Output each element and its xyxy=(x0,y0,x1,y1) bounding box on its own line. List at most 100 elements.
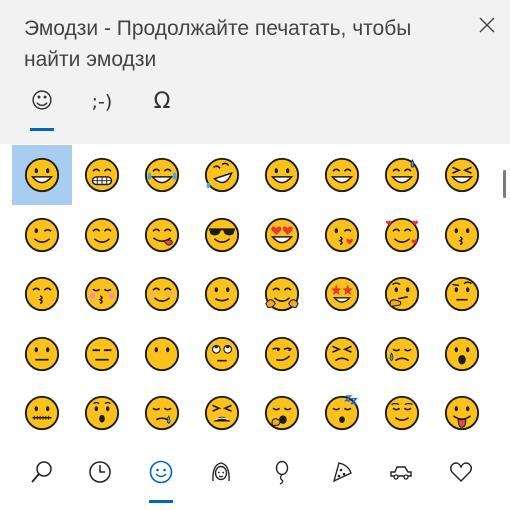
emoji-face-with-tongue[interactable] xyxy=(432,383,492,434)
face-without-mouth-icon xyxy=(144,336,180,371)
category-recent[interactable] xyxy=(80,452,120,492)
emoji-yawning-face[interactable] xyxy=(252,383,312,434)
emoji-face-with-tears-of-joy[interactable] xyxy=(132,145,192,205)
emoji-grinning-face-with-sweat[interactable] xyxy=(372,145,432,205)
emoji-face-with-open-mouth[interactable] xyxy=(432,324,492,384)
category-active-indicator xyxy=(149,500,173,503)
category-bar xyxy=(0,444,510,504)
smiling-face-icon xyxy=(144,276,180,312)
face-with-tongue-icon xyxy=(444,395,480,431)
category-people[interactable] xyxy=(201,452,241,492)
car-icon xyxy=(390,466,412,480)
rolling-on-the-floor-laughing-icon xyxy=(204,157,240,193)
smiling-face-with-hearts-icon xyxy=(384,217,420,252)
emoji-grinning-face[interactable] xyxy=(12,145,72,205)
emoji-grimacing-face[interactable] xyxy=(72,145,132,205)
close-icon xyxy=(479,17,495,33)
grimacing-face-icon xyxy=(84,157,120,193)
omega-tab-icon: Ω xyxy=(153,89,171,114)
emoji-face-with-rolling-eyes[interactable] xyxy=(192,324,252,384)
heart-icon xyxy=(450,462,472,482)
category-celebrations[interactable] xyxy=(261,452,301,492)
category-transportation[interactable] xyxy=(381,452,421,492)
emoji-expressionless-face[interactable] xyxy=(72,324,132,384)
emoji-laughing-squinting-face[interactable] xyxy=(432,145,492,205)
emoji-panel-header: Эмодзи - Продолжайте печатать, чтобы най… xyxy=(0,0,510,144)
emoji-thinking-face[interactable] xyxy=(372,264,432,324)
star-struck-icon xyxy=(324,276,360,312)
relieved-face-icon xyxy=(384,395,420,431)
face-with-raised-eyebrow-icon xyxy=(444,276,480,312)
emoji-smiling-face-with-sunglasses[interactable] xyxy=(192,205,252,265)
grinning-smiling-eyes-icon xyxy=(324,157,360,193)
clock-icon xyxy=(89,461,111,483)
emoji-hugging-face[interactable] xyxy=(252,264,312,324)
yawning-face-icon xyxy=(264,395,300,431)
emoji-hushed-face[interactable] xyxy=(72,383,132,434)
tab-kaomoji[interactable]: ;-) xyxy=(80,84,124,134)
balloon-icon xyxy=(275,460,289,485)
grinning-face-with-sweat-icon xyxy=(384,157,420,193)
category-smileys[interactable] xyxy=(141,452,181,503)
hugging-face-icon xyxy=(264,276,300,312)
kaomoji-tab-icon: ;-) xyxy=(91,91,113,113)
hushed-face-icon xyxy=(84,395,120,431)
face-with-rolling-eyes-icon xyxy=(204,336,240,371)
sleeping-face-icon xyxy=(324,395,360,431)
emoji-smiling-face-with-smiling-eyes[interactable] xyxy=(72,205,132,265)
emoji-face-blowing-a-kiss[interactable] xyxy=(312,205,372,265)
scrollbar-thumb[interactable] xyxy=(503,170,506,198)
emoji-face-savoring-food[interactable] xyxy=(132,205,192,265)
emoji-slightly-smiling-face[interactable] xyxy=(192,264,252,324)
tab-emoji[interactable]: ☺ xyxy=(20,84,64,134)
tired-face-icon xyxy=(204,395,240,431)
emoji-kissing-face-with-closed-eyes[interactable] xyxy=(72,264,132,324)
emoji-star-struck[interactable] xyxy=(312,264,372,324)
emoji-grinning-smiling-eyes[interactable] xyxy=(312,145,372,205)
smiley-face-icon xyxy=(264,157,300,193)
smiley-tab-icon: ☺ xyxy=(30,89,54,114)
close-button[interactable] xyxy=(470,8,504,42)
panel-title: Эмодзи - Продолжайте печатать, чтобы най… xyxy=(24,17,412,71)
emoji-smiley-face[interactable] xyxy=(252,145,312,205)
emoji-face-with-raised-eyebrow[interactable] xyxy=(432,264,492,324)
sad-but-relieved-face-icon xyxy=(384,336,420,371)
emoji-face-without-mouth[interactable] xyxy=(132,324,192,384)
emoji-kissing-face[interactable] xyxy=(432,205,492,265)
kissing-face-with-closed-eyes-icon xyxy=(84,276,120,312)
category-symbols[interactable] xyxy=(441,452,481,492)
emoji-relieved-face[interactable] xyxy=(372,383,432,434)
emoji-sleepy-face[interactable] xyxy=(132,383,192,434)
emoji-sad-but-relieved-face[interactable] xyxy=(372,324,432,384)
emoji-smiling-face-with-hearts[interactable] xyxy=(372,205,432,265)
smiley-category-icon xyxy=(149,460,173,484)
emoji-smirking-face[interactable] xyxy=(252,324,312,384)
emoji-rolling-on-the-floor-laughing[interactable] xyxy=(192,145,252,205)
emoji-kissing-face-with-smiling-eyes[interactable] xyxy=(12,264,72,324)
emoji-tired-face[interactable] xyxy=(192,383,252,434)
smiling-face-with-smiling-eyes-icon xyxy=(84,217,120,252)
category-search[interactable] xyxy=(22,452,62,492)
emoji-winking-face[interactable] xyxy=(12,205,72,265)
emoji-heart-eyes-face[interactable] xyxy=(252,205,312,265)
face-savoring-food-icon xyxy=(144,217,180,252)
emoji-grid xyxy=(0,144,500,434)
thinking-face-icon xyxy=(384,276,420,312)
persevering-face-icon xyxy=(324,336,360,371)
expressionless-face-icon xyxy=(84,336,120,371)
emoji-zipper-mouth-face[interactable] xyxy=(12,383,72,434)
pizza-icon xyxy=(332,462,352,483)
scrollbar[interactable] xyxy=(502,144,508,434)
heart-eyes-face-icon xyxy=(264,217,300,252)
laughing-squinting-face-icon xyxy=(444,157,480,193)
emoji-persevering-face[interactable] xyxy=(312,324,372,384)
category-food[interactable] xyxy=(321,452,361,492)
tab-symbols[interactable]: Ω xyxy=(140,84,184,134)
winking-face-icon xyxy=(24,217,60,252)
face-with-open-mouth-icon xyxy=(444,336,480,371)
tab-active-indicator xyxy=(30,128,54,131)
zipper-mouth-face-icon xyxy=(24,395,60,431)
emoji-smiling-face[interactable] xyxy=(132,264,192,324)
emoji-neutral-face[interactable] xyxy=(12,324,72,384)
emoji-sleeping-face[interactable] xyxy=(312,383,372,434)
